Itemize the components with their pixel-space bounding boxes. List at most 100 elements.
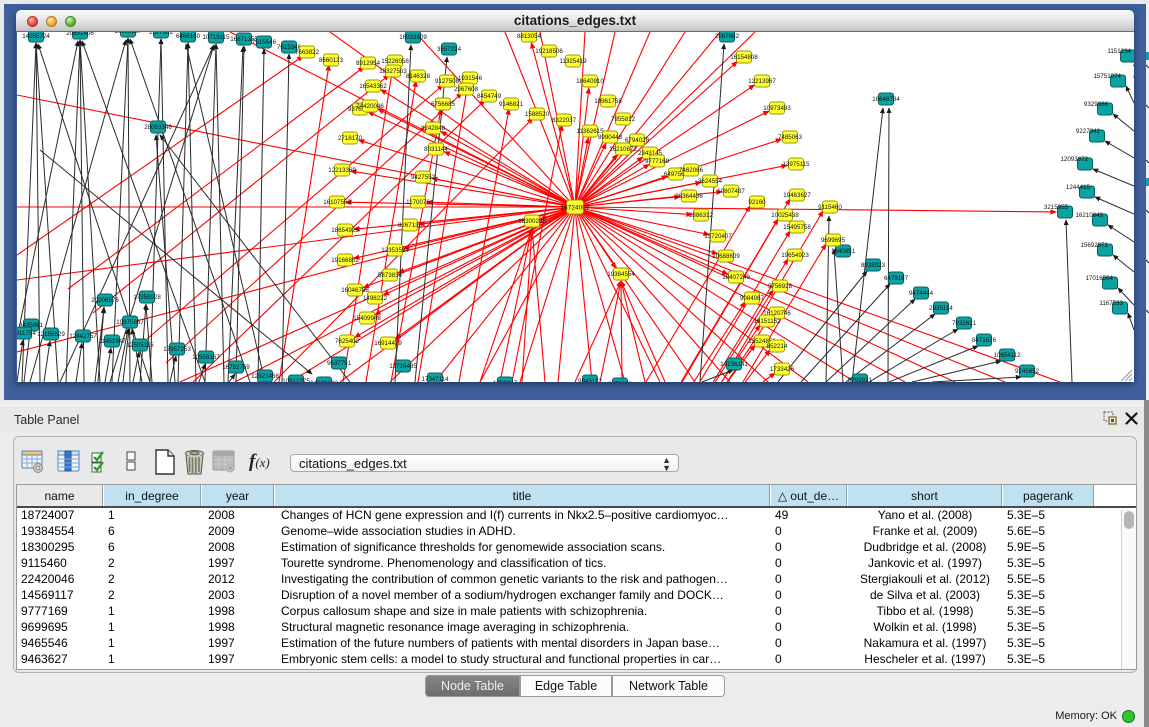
svg-text:8242848: 8242848	[421, 125, 446, 132]
svg-text:9146821: 9146821	[499, 101, 524, 108]
svg-text:20364436: 20364436	[675, 193, 703, 200]
svg-text:1733426: 1733426	[770, 366, 795, 373]
svg-text:16033809: 16033809	[399, 34, 427, 41]
svg-text:12923468: 12923468	[251, 373, 279, 380]
svg-text:9699695: 9699695	[821, 237, 846, 244]
svg-text:92160: 92160	[748, 199, 766, 206]
svg-text:12213967: 12213967	[748, 78, 776, 85]
svg-text:2935114: 2935114	[929, 305, 953, 312]
svg-text:15692971: 15692971	[1080, 242, 1108, 249]
svg-text:8938923: 8938923	[861, 262, 886, 269]
svg-text:16151152: 16151152	[753, 318, 781, 325]
svg-text:9756928: 9756928	[768, 283, 793, 290]
svg-text:16543362: 16543362	[359, 83, 387, 90]
svg-text:9329966: 9329966	[1084, 101, 1109, 108]
svg-text:8031144: 8031144	[424, 146, 448, 153]
svg-text:11451947: 11451947	[98, 338, 126, 345]
svg-text:10958167: 10958167	[192, 354, 220, 361]
svg-text:17359928: 17359928	[133, 294, 161, 301]
svg-text:6756685: 6756685	[431, 101, 456, 108]
svg-text:12353594: 12353594	[381, 247, 409, 254]
svg-text:7932621: 7932621	[952, 320, 977, 327]
svg-text:13975115: 13975115	[782, 161, 810, 168]
svg-text:8471123: 8471123	[608, 381, 632, 382]
svg-text:3557224: 3557224	[437, 46, 462, 53]
svg-text:18724007: 18724007	[561, 205, 590, 212]
svg-text:2718170: 2718170	[338, 135, 363, 142]
svg-text:12213369: 12213369	[328, 167, 356, 174]
svg-text:19654923: 19654923	[781, 252, 809, 259]
svg-text:10719115: 10719115	[202, 34, 230, 41]
svg-text:8912954: 8912954	[356, 60, 381, 67]
svg-text:18640910: 18640910	[576, 78, 604, 85]
svg-text:9474444: 9474444	[909, 290, 934, 297]
svg-text:17347114: 17347114	[421, 376, 449, 382]
svg-text:14055724: 14055724	[22, 33, 50, 40]
svg-text:17016504: 17016504	[1085, 275, 1113, 282]
svg-text:20691406: 20691406	[66, 32, 94, 37]
svg-text:16046788: 16046788	[341, 287, 369, 294]
svg-text:10912375: 10912375	[282, 378, 310, 382]
svg-text:16782759: 16782759	[222, 364, 250, 371]
svg-text:24420046: 24420046	[356, 103, 384, 110]
svg-text:16107562: 16107562	[323, 199, 351, 206]
svg-text:19975867: 19975867	[116, 319, 144, 326]
svg-text:16210872: 16210872	[609, 146, 637, 153]
svg-text:9427552: 9427552	[411, 174, 436, 181]
svg-text:1588520: 1588520	[525, 111, 550, 118]
svg-text:19218506: 19218506	[535, 48, 563, 55]
svg-text:7625402: 7625402	[335, 338, 360, 345]
svg-text:16648784: 16648784	[872, 96, 900, 103]
svg-text:14136142: 14136142	[310, 380, 338, 382]
svg-text:1640951: 1640951	[831, 248, 856, 255]
svg-text:15409948: 15409948	[353, 315, 381, 322]
svg-text:19463627: 19463627	[783, 192, 811, 199]
svg-text:9845112: 9845112	[578, 378, 602, 382]
svg-text:7462066: 7462066	[679, 167, 704, 174]
svg-text:2967608: 2967608	[454, 86, 479, 93]
svg-text:18654925: 18654925	[331, 227, 359, 234]
svg-text:8471676: 8471676	[972, 337, 997, 344]
svg-text:1931546: 1931546	[458, 75, 483, 82]
svg-text:6479197: 6479197	[884, 275, 909, 282]
svg-text:14136141: 14136141	[720, 361, 748, 368]
svg-text:3624554: 3624554	[698, 178, 723, 185]
svg-text:6466160: 6466160	[176, 33, 201, 40]
svg-text:10654112: 10654112	[993, 352, 1021, 359]
svg-text:15751074: 15751074	[1093, 73, 1121, 80]
svg-text:12093872: 12093872	[1060, 156, 1088, 163]
svg-text:15495758: 15495758	[783, 224, 811, 231]
svg-text:17957253: 17957253	[163, 346, 191, 353]
svg-text:15226058: 15226058	[381, 58, 409, 65]
svg-text:16210643: 16210643	[1075, 212, 1103, 219]
svg-text:19166852: 19166852	[331, 257, 359, 264]
svg-text:3911754: 3911754	[17, 330, 36, 337]
svg-text:8322037: 8322037	[552, 117, 577, 124]
svg-text:9637791: 9637791	[327, 360, 352, 367]
svg-text:852214: 852214	[767, 343, 788, 350]
svg-text:10025438: 10025438	[771, 212, 799, 219]
svg-text:2087682: 2087682	[715, 33, 740, 40]
svg-text:7663822: 7663822	[295, 49, 320, 56]
svg-text:18300295: 18300295	[518, 218, 546, 225]
svg-text:8454749: 8454749	[477, 93, 502, 100]
svg-text:9127508: 9127508	[435, 78, 460, 85]
svg-text:8990448: 8990448	[598, 134, 623, 141]
svg-text:18327503: 18327503	[379, 68, 407, 75]
svg-text:7485063: 7485063	[778, 134, 803, 141]
svg-text:11325419: 11325419	[559, 58, 587, 65]
svg-text:10807487: 10807487	[717, 188, 745, 195]
svg-text:9227342: 9227342	[1076, 128, 1101, 135]
svg-text:10688609: 10688609	[712, 253, 740, 260]
svg-text:10961758: 10961758	[594, 98, 622, 105]
svg-text:1244415: 1244415	[1066, 184, 1091, 191]
svg-text:7515546: 7515546	[252, 39, 277, 46]
svg-text:12505115: 12505115	[126, 342, 154, 349]
svg-text:10653257: 10653257	[114, 32, 142, 35]
svg-text:8267130: 8267130	[398, 222, 423, 229]
svg-text:2886312: 2886312	[689, 212, 714, 219]
svg-text:19384554: 19384554	[607, 271, 635, 278]
svg-text:12156829: 12156829	[37, 331, 65, 338]
svg-text:1151234: 1151234	[1107, 48, 1131, 55]
svg-text:5873834: 5873834	[378, 272, 403, 279]
